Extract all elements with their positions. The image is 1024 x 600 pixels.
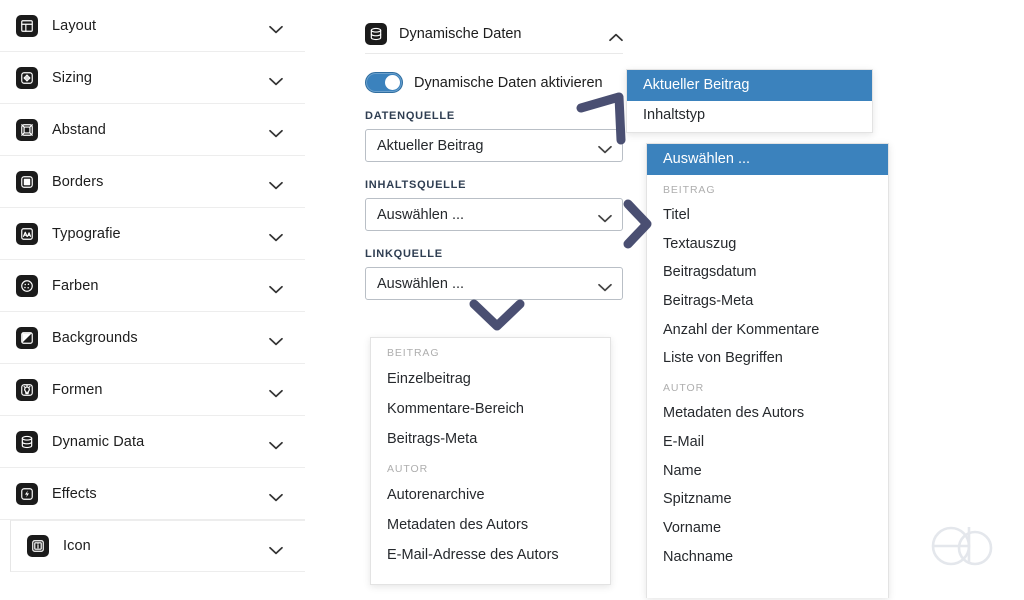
- database-icon: [16, 430, 38, 453]
- typography-icon: [16, 222, 38, 245]
- dropdown-option-selected[interactable]: Auswählen ...: [647, 144, 888, 175]
- backgrounds-icon: [16, 326, 38, 349]
- arrow-to-contentsource-dropdown: [622, 198, 656, 255]
- field-linkquelle: LINKQUELLE Auswählen ...: [365, 248, 623, 300]
- dropdown-option[interactable]: Titel: [647, 201, 888, 230]
- dropdown-option[interactable]: Autorenarchive: [371, 480, 610, 510]
- chevron-down-icon: [598, 280, 612, 292]
- sidebar-item-label: Typografie: [52, 225, 121, 242]
- app-root: Layout Sizing Abstand Borders Typografie Farb…: [0, 0, 1024, 600]
- dropdown-option[interactable]: Kommentare-Bereich: [371, 394, 610, 424]
- dropdown-option[interactable]: Anzahl der Kommentare: [647, 316, 888, 345]
- dropdown-option[interactable]: Textauszug: [647, 230, 888, 259]
- dropdown-option[interactable]: Nachname: [647, 543, 888, 572]
- field-inhaltsquelle: INHALTSQUELLE Auswählen ...: [365, 179, 623, 231]
- sidebar-item-label: Effects: [52, 485, 97, 502]
- info-icon: [27, 535, 49, 557]
- sidebar-item-label: Farben: [52, 277, 99, 294]
- linkquelle-value: Auswählen ...: [377, 275, 465, 292]
- sidebar-item-typografie[interactable]: Typografie: [0, 208, 305, 260]
- datasource-dropdown-list[interactable]: Aktueller Beitrag Inhaltstyp: [626, 69, 873, 133]
- contentsource-dropdown-list[interactable]: Auswählen ... BEITRAG Titel Textauszug Beitr…: [646, 143, 889, 598]
- dropdown-option[interactable]: Beitrags-Meta: [647, 287, 888, 316]
- dropdown-group-label: BEITRAG: [663, 184, 716, 196]
- sidebar-item-icon[interactable]: Icon: [10, 520, 305, 572]
- panel-title: Dynamische Daten: [399, 25, 522, 42]
- sidebar-item-label: Formen: [52, 381, 103, 398]
- sidebar-item-dynamic-data[interactable]: Dynamic Data: [0, 416, 305, 468]
- sidebar-item-backgrounds[interactable]: Backgrounds: [0, 312, 305, 364]
- arrow-to-linksource-list: [468, 298, 526, 339]
- chevron-down-icon[interactable]: [269, 281, 283, 294]
- dynamic-data-toggle[interactable]: [365, 72, 403, 93]
- chevron-down-icon[interactable]: [269, 333, 283, 346]
- dropdown-option[interactable]: E-Mail: [647, 428, 888, 457]
- sidebar-item-farben[interactable]: Farben: [0, 260, 305, 312]
- dropdown-group-label: AUTOR: [387, 463, 429, 475]
- panel-header[interactable]: Dynamische Daten: [365, 14, 623, 54]
- dropdown-option[interactable]: Beitragsdatum: [647, 258, 888, 287]
- chevron-down-icon[interactable]: [269, 177, 283, 190]
- eb-logo-watermark: [928, 523, 998, 574]
- chevron-down-icon[interactable]: [269, 542, 283, 554]
- chevron-down-icon: [598, 211, 612, 223]
- inhaltsquelle-select[interactable]: Auswählen ...: [365, 198, 623, 231]
- sidebar-item-layout[interactable]: Layout: [0, 0, 305, 52]
- dropdown-option[interactable]: Einzelbeitrag: [371, 364, 610, 394]
- inhaltsquelle-value: Auswählen ...: [377, 206, 465, 223]
- chevron-down-icon[interactable]: [269, 21, 283, 34]
- chevron-down-icon[interactable]: [269, 489, 283, 502]
- spacing-icon: [16, 118, 38, 141]
- sizing-icon: [16, 66, 38, 89]
- chevron-down-icon[interactable]: [269, 437, 283, 450]
- sidebar-item-label: Icon: [63, 538, 91, 554]
- sidebar-item-label: Dynamic Data: [52, 433, 145, 450]
- dropdown-option[interactable]: Metadaten des Autors: [647, 399, 888, 428]
- chevron-down-icon[interactable]: [269, 229, 283, 242]
- dropdown-group-label: BEITRAG: [387, 347, 440, 359]
- sidebar-item-label: Abstand: [52, 121, 106, 138]
- arrow-to-datasource-dropdown: [575, 88, 647, 155]
- sidebar-item-sizing[interactable]: Sizing: [0, 52, 305, 104]
- database-icon: [365, 22, 387, 45]
- sidebar-item-label: Sizing: [52, 69, 93, 86]
- datenquelle-value: Aktueller Beitrag: [377, 137, 484, 154]
- dropdown-option[interactable]: Name: [647, 457, 888, 486]
- linksource-dropdown-list[interactable]: BEITRAG Einzelbeitrag Kommentare-Bereich Be…: [370, 337, 611, 585]
- chevron-down-icon[interactable]: [269, 125, 283, 138]
- sidebar-item-label: Borders: [52, 173, 104, 190]
- dropdown-option[interactable]: Liste von Begriffen: [647, 344, 888, 373]
- sidebar-item-label: Backgrounds: [52, 329, 138, 346]
- shapes-icon: [16, 378, 38, 401]
- sidebar: Layout Sizing Abstand Borders Typografie Farb…: [0, 0, 305, 600]
- borders-icon: [16, 170, 38, 193]
- chevron-down-icon[interactable]: [269, 385, 283, 398]
- dropdown-option[interactable]: Vorname: [647, 514, 888, 543]
- chevron-up-icon[interactable]: [609, 29, 623, 42]
- effects-icon: [16, 482, 38, 505]
- dropdown-group-label: AUTOR: [663, 382, 705, 395]
- chevron-down-icon[interactable]: [269, 73, 283, 86]
- dropdown-option-selected[interactable]: Aktueller Beitrag: [627, 70, 872, 101]
- layout-icon: [16, 14, 38, 37]
- dropdown-option[interactable]: E-Mail-Adresse des Autors: [371, 540, 610, 570]
- sidebar-item-borders[interactable]: Borders: [0, 156, 305, 208]
- sidebar-item-abstand[interactable]: Abstand: [0, 104, 305, 156]
- colors-icon: [16, 274, 38, 297]
- sidebar-item-label: Layout: [52, 17, 97, 34]
- dropdown-option[interactable]: Spitzname: [647, 485, 888, 514]
- dynamic-data-panel: Dynamische Daten Dynamische Daten aktivi…: [365, 14, 623, 300]
- sidebar-item-effects[interactable]: Effects: [0, 468, 305, 520]
- linkquelle-select[interactable]: Auswählen ...: [365, 267, 623, 300]
- sidebar-item-formen[interactable]: Formen: [0, 364, 305, 416]
- linkquelle-label: LINKQUELLE: [365, 248, 443, 260]
- inhaltsquelle-label: INHALTSQUELLE: [365, 179, 467, 191]
- dropdown-option[interactable]: Inhaltstyp: [627, 101, 872, 130]
- dropdown-option[interactable]: Beitrags-Meta: [371, 424, 610, 454]
- dropdown-option[interactable]: Metadaten des Autors: [371, 510, 610, 540]
